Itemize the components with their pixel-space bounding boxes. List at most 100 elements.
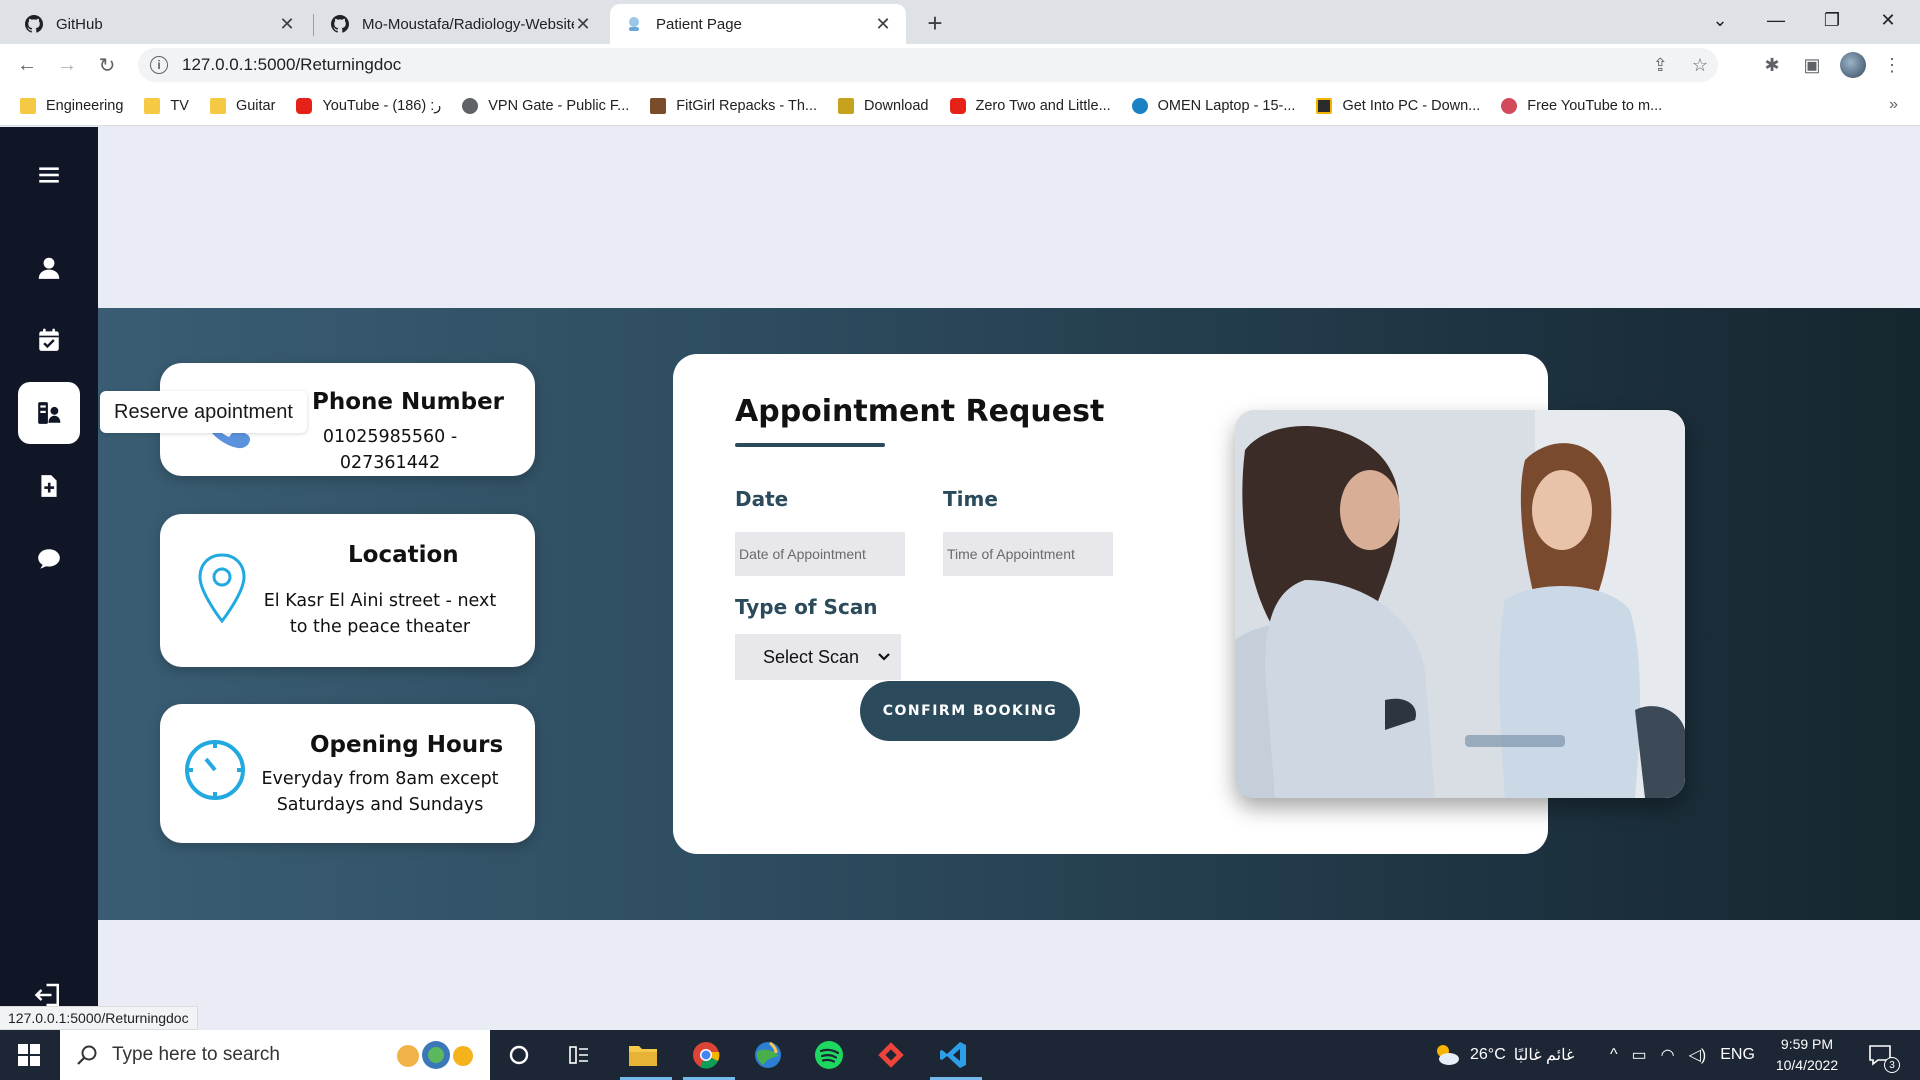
bookmark-label: Download <box>864 97 929 114</box>
sidebar-tooltip: Reserve apointment <box>100 391 307 433</box>
close-icon[interactable]: ✕ <box>574 14 592 34</box>
opening-hours-card-text: Everyday from 8am except Saturdays and S… <box>261 769 499 815</box>
bookmark-star-icon[interactable]: ☆ <box>1692 55 1708 76</box>
reload-button[interactable]: ↻ <box>92 50 122 80</box>
browser-toolbar: ← → ↻ i 127.0.0.1:5000/Returningdoc ⇪ ☆ … <box>0 44 1920 86</box>
weather-temp: 26°C <box>1470 1046 1506 1063</box>
freeyoutube-icon <box>1501 97 1518 114</box>
chevron-down-icon <box>878 653 890 661</box>
close-icon[interactable]: ✕ <box>278 14 296 34</box>
globe-icon <box>462 97 479 114</box>
forward-button[interactable]: → <box>52 50 82 80</box>
vscode-button[interactable] <box>937 1039 969 1071</box>
language-indicator[interactable]: ENG <box>1720 1046 1755 1064</box>
cortana-button[interactable] <box>503 1039 535 1071</box>
chat-button[interactable] <box>18 528 80 590</box>
tab-radiology-repo[interactable]: Mo-Moustafa/Radiology-Website ✕ <box>316 4 606 44</box>
share-icon[interactable]: ⇪ <box>1653 55 1668 76</box>
bookmark-label: VPN Gate - Public F... <box>488 97 630 114</box>
chrome-button[interactable] <box>690 1039 722 1071</box>
bookmark-youtube[interactable]: YouTube - ر: (186) <box>296 97 441 114</box>
cortana-icon <box>509 1045 529 1065</box>
date-input[interactable]: Date of Appointment <box>735 532 905 576</box>
bookmark-label: TV <box>170 97 189 114</box>
system-clock[interactable]: 9:59 PM 10/4/2022 <box>1762 1034 1852 1076</box>
start-button[interactable] <box>0 1030 58 1080</box>
back-button[interactable]: ← <box>12 50 42 80</box>
profile-button[interactable] <box>18 237 80 299</box>
earth-app-icon <box>755 1041 781 1068</box>
bookmark-getintopc[interactable]: Get Into PC - Down... <box>1316 97 1480 114</box>
medical-file-icon <box>41 475 57 497</box>
bookmark-download[interactable]: Download <box>838 97 929 114</box>
chevron-up-icon[interactable]: ^ <box>1610 1046 1618 1064</box>
opening-hours-card-title: Opening Hours <box>310 732 504 758</box>
file-explorer-button[interactable] <box>627 1039 659 1071</box>
spotify-button[interactable] <box>813 1039 845 1071</box>
time-input[interactable]: Time of Appointment <box>943 532 1113 576</box>
phone-card-title: Phone Number <box>312 389 505 415</box>
wifi-icon[interactable]: ◠ <box>1661 1045 1675 1065</box>
battery-icon[interactable]: ▭ <box>1632 1045 1647 1065</box>
restore-button[interactable]: ❐ <box>1804 0 1860 40</box>
windows-taskbar: Type here to search 26°C غائم غالبًا ^ ▭… <box>0 1030 1920 1080</box>
anydesk-button[interactable] <box>875 1039 907 1071</box>
weather-widget[interactable]: 26°C غائم غالبًا <box>1432 1030 1574 1080</box>
scan-type-select[interactable]: Select Scan <box>735 634 901 680</box>
folder-icon <box>629 1046 657 1066</box>
bookmark-label: Zero Two and Little... <box>975 97 1111 114</box>
bookmark-label: FitGirl Repacks - Th... <box>676 97 818 114</box>
confirm-booking-button[interactable]: CONFIRM BOOKING <box>860 681 1080 741</box>
tab-github[interactable]: GitHub ✕ <box>10 4 310 44</box>
status-url: 127.0.0.1:5000/Returningdoc <box>0 1006 198 1030</box>
spotify-icon <box>815 1041 843 1069</box>
menu-button[interactable] <box>18 144 80 206</box>
location-card: Location El Kasr El Aini street - next t… <box>160 514 535 667</box>
taskbar-search[interactable]: Type here to search <box>60 1030 490 1080</box>
task-view-button[interactable] <box>564 1039 596 1071</box>
tab-search-icon[interactable]: ⌄ <box>1692 0 1748 40</box>
notification-center-button[interactable]: 3 <box>1868 1030 1900 1080</box>
chevron-double-right-icon[interactable]: » <box>1889 96 1898 114</box>
new-tab-button[interactable]: + <box>920 8 950 38</box>
appointments-button[interactable] <box>18 309 80 371</box>
bookmark-fitgirl[interactable]: FitGirl Repacks - Th... <box>650 97 818 114</box>
site-info-icon[interactable]: i <box>150 56 168 74</box>
profile-avatar[interactable] <box>1840 52 1866 78</box>
minimize-button[interactable]: — <box>1748 0 1804 40</box>
medical-records-button[interactable] <box>18 455 80 517</box>
bookmark-zero-two[interactable]: Zero Two and Little... <box>949 97 1111 114</box>
edge-button[interactable] <box>752 1039 784 1071</box>
bookmark-vpn-gate[interactable]: VPN Gate - Public F... <box>462 97 630 114</box>
side-panel-icon[interactable]: ▣ <box>1800 53 1824 77</box>
form-title: Appointment Request <box>735 394 1105 429</box>
chat-icon <box>38 549 60 569</box>
calendar-check-icon <box>39 328 59 351</box>
system-tray: ^ ▭ ◠ ◁) ENG <box>1610 1030 1755 1080</box>
folder-icon <box>209 97 226 114</box>
doctor-patient-photo <box>1235 410 1685 798</box>
more-menu-icon[interactable]: ⋮ <box>1880 53 1904 77</box>
close-window-button[interactable]: ✕ <box>1860 0 1916 40</box>
bookmark-free-youtube[interactable]: Free YouTube to m... <box>1501 97 1662 114</box>
tab-title: Mo-Moustafa/Radiology-Website <box>362 15 574 33</box>
reserve-appointment-icon <box>38 402 61 424</box>
reserve-appointment-button[interactable] <box>18 382 80 444</box>
bookmark-guitar[interactable]: Guitar <box>209 97 275 114</box>
close-icon[interactable]: ✕ <box>874 14 892 34</box>
clock-time: 9:59 PM <box>1780 1036 1834 1052</box>
bookmark-engineering[interactable]: Engineering <box>20 97 123 114</box>
tab-patient-page[interactable]: Patient Page ✕ <box>610 4 906 44</box>
bookmark-tv[interactable]: TV <box>144 97 189 114</box>
bookmark-omen[interactable]: OMEN Laptop - 15-... <box>1131 97 1295 114</box>
tab-separator <box>313 14 314 36</box>
task-view-icon <box>569 1046 588 1064</box>
search-icon <box>77 1045 97 1065</box>
address-bar[interactable]: i 127.0.0.1:5000/Returningdoc ⇪ ☆ <box>138 48 1718 82</box>
volume-icon[interactable]: ◁) <box>1689 1045 1707 1065</box>
date-label: Date <box>735 487 789 511</box>
clock-icon <box>185 740 245 800</box>
menu-icon <box>39 167 59 183</box>
search-highlight-icon <box>397 1041 473 1069</box>
extensions-icon[interactable]: ✱ <box>1760 53 1784 77</box>
